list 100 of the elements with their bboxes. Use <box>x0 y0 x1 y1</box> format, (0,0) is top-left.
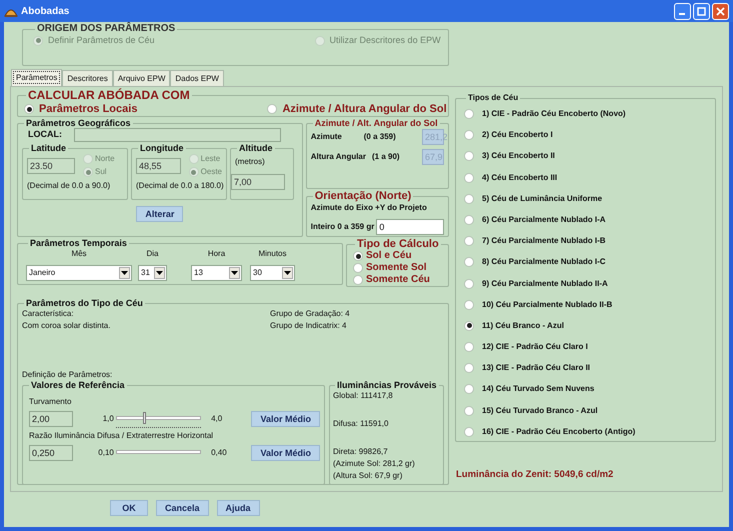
unit-label: (metros) <box>235 156 266 168</box>
radio-button[interactable] <box>464 363 474 374</box>
radio-button[interactable] <box>267 104 278 114</box>
option-label[interactable]: 7) Céu Parcialmente Nublado I-B <box>482 235 606 248</box>
button[interactable]: Valor Médio <box>251 411 320 427</box>
option-label[interactable]: 13) CIE - Padrão Céu Claro II <box>482 362 590 374</box>
radio-button[interactable] <box>464 130 474 140</box>
option-label[interactable]: 2) Céu Encoberto I <box>482 129 553 142</box>
radio-button[interactable] <box>464 109 474 119</box>
radio-button[interactable] <box>464 172 474 183</box>
input-field[interactable]: 48,55 <box>136 158 181 174</box>
button[interactable]: Alterar <box>136 206 184 222</box>
range-label: (0 a 359) <box>364 131 397 143</box>
tab[interactable]: Arquivo EPW <box>112 70 170 86</box>
option-label[interactable]: 12) CIE - Padrão Céu Claro I <box>482 341 588 354</box>
info-text: Global: 111417,8 <box>333 390 394 402</box>
option-label[interactable]: Sol e Céu <box>366 250 412 262</box>
radio-button[interactable] <box>464 342 474 352</box>
button[interactable]: Cancela <box>156 500 209 516</box>
radio-button[interactable] <box>464 300 474 310</box>
maximize-icon[interactable] <box>693 2 710 20</box>
option-label[interactable]: 5) Céu de Luminância Uniforme <box>482 192 602 205</box>
tab[interactable]: Descritores <box>62 70 113 86</box>
option-label[interactable]: 6) Céu Parcialmente Nublado I-A <box>482 214 606 226</box>
radio-button[interactable] <box>464 278 474 288</box>
group-title: Latitude <box>30 144 67 153</box>
info-text: Direta: 99826,7 <box>333 446 389 458</box>
radio-button[interactable] <box>464 426 474 437</box>
option-label[interactable]: 1) CIE - Padrão Céu Encoberto (Novo) <box>482 108 626 120</box>
info-text: Grupo de Indicatrix: 4 <box>270 320 348 332</box>
tab[interactable]: Dados EPW <box>170 70 224 86</box>
radio-button[interactable] <box>24 104 34 114</box>
option-label[interactable]: 3) Céu Encoberto II <box>482 150 555 162</box>
radio-button[interactable] <box>353 263 363 273</box>
input-field[interactable]: 0 <box>376 219 444 235</box>
group-title: Parâmetros Temporais <box>29 239 128 248</box>
field-label: Definição de Parâmetros: <box>22 369 114 381</box>
input-field[interactable]: 7,00 <box>231 174 285 190</box>
minimize-icon[interactable] <box>674 2 691 20</box>
radio-button[interactable] <box>464 384 474 394</box>
range-label: (1 a 90) <box>372 151 401 163</box>
option-label[interactable]: 14) Céu Turvado Sem Nuvens <box>482 383 594 396</box>
option-label[interactable]: 10) Céu Parcialmente Nublado II-B <box>482 298 612 311</box>
option-label[interactable]: 15) Céu Turvado Branco - Azul <box>482 404 598 417</box>
option-label[interactable]: 16) CIE - Padrão Céu Encoberto (Antigo) <box>482 426 636 438</box>
dropdown[interactable]: 31 <box>138 265 167 281</box>
group-title: Iluminâncias Prováveis <box>336 381 438 390</box>
hint-text: (Decimal de 0.0 a 180.0) <box>136 180 222 192</box>
group-title: Parâmetros do Tipo de Céu <box>25 299 144 308</box>
radio-button[interactable] <box>464 151 474 162</box>
field-label: Minutos <box>257 248 288 260</box>
field-label: Característica: <box>22 308 75 320</box>
radio-button[interactable] <box>464 236 474 246</box>
option-label[interactable]: 8) Céu Parcialmente Nublado I-C <box>482 256 606 268</box>
group-title: ORIGEM DOS PARÂMETROS <box>36 24 176 34</box>
radio-button[interactable] <box>464 194 474 204</box>
input-field[interactable] <box>74 128 281 142</box>
field-label: Inteiro 0 a 359 gr <box>310 221 374 233</box>
option-label[interactable]: 11) Céu Branco - Azul <box>482 320 564 332</box>
dropdown[interactable]: Janeiro <box>26 265 132 281</box>
radio-button[interactable] <box>464 406 474 416</box>
slider-thumb[interactable] <box>142 412 146 424</box>
option-label[interactable]: Azimute / Altura Angular do Sol <box>282 101 447 118</box>
field-label: Azimute <box>310 131 343 143</box>
input-field[interactable]: 23.50 <box>27 158 75 174</box>
caret-icon[interactable] <box>282 267 293 279</box>
option-label[interactable]: 9) Céu Parcialmente Nublado II-A <box>482 278 608 290</box>
option-label[interactable]: 4) Céu Encoberto III <box>482 172 558 184</box>
field-label: Dia <box>145 248 160 260</box>
group-title: Tipos de Céu <box>467 94 520 102</box>
radio-button[interactable] <box>353 275 363 285</box>
caret-icon[interactable] <box>229 267 240 279</box>
radio-button[interactable] <box>464 214 474 225</box>
dropdown[interactable]: 30 <box>250 265 295 281</box>
input-field[interactable]: 2,00 <box>29 411 74 427</box>
dropdown[interactable]: 13 <box>191 265 242 281</box>
caret-icon[interactable] <box>154 267 165 279</box>
slider[interactable] <box>116 410 202 428</box>
option-label[interactable]: Parâmetros Locais <box>39 101 138 118</box>
button[interactable]: Valor Médio <box>251 445 320 461</box>
group-title: Valores de Referência <box>30 381 126 390</box>
info-text: (Altura Sol: 67,9 gr) <box>333 470 404 482</box>
radio-button[interactable] <box>464 320 474 331</box>
button[interactable]: OK <box>110 500 148 516</box>
info-text: Grupo de Gradação: 4 <box>270 308 350 320</box>
description-text: Com coroa solar distinta. <box>22 320 112 332</box>
field-label: Hora <box>206 248 226 260</box>
radio-button[interactable] <box>464 257 474 268</box>
option-label[interactable]: Somente Céu <box>366 274 430 286</box>
button[interactable]: Ajuda <box>216 500 260 516</box>
tab[interactable]: Parâmetros <box>11 69 62 86</box>
field-label: Razão Iluminância Difusa / Extraterrestre Horizontal <box>29 430 214 442</box>
group-title: Altitude <box>238 144 274 153</box>
option-label[interactable]: Somente Sol <box>366 262 427 274</box>
radio-button[interactable] <box>353 251 363 261</box>
caret-icon[interactable] <box>119 267 130 279</box>
info-text: (Azimute Sol: 281,2 gr) <box>333 458 416 470</box>
close-icon[interactable] <box>712 2 729 20</box>
info-text: Difusa: 11591,0 <box>333 418 390 430</box>
input-field[interactable]: 0,250 <box>29 445 74 461</box>
